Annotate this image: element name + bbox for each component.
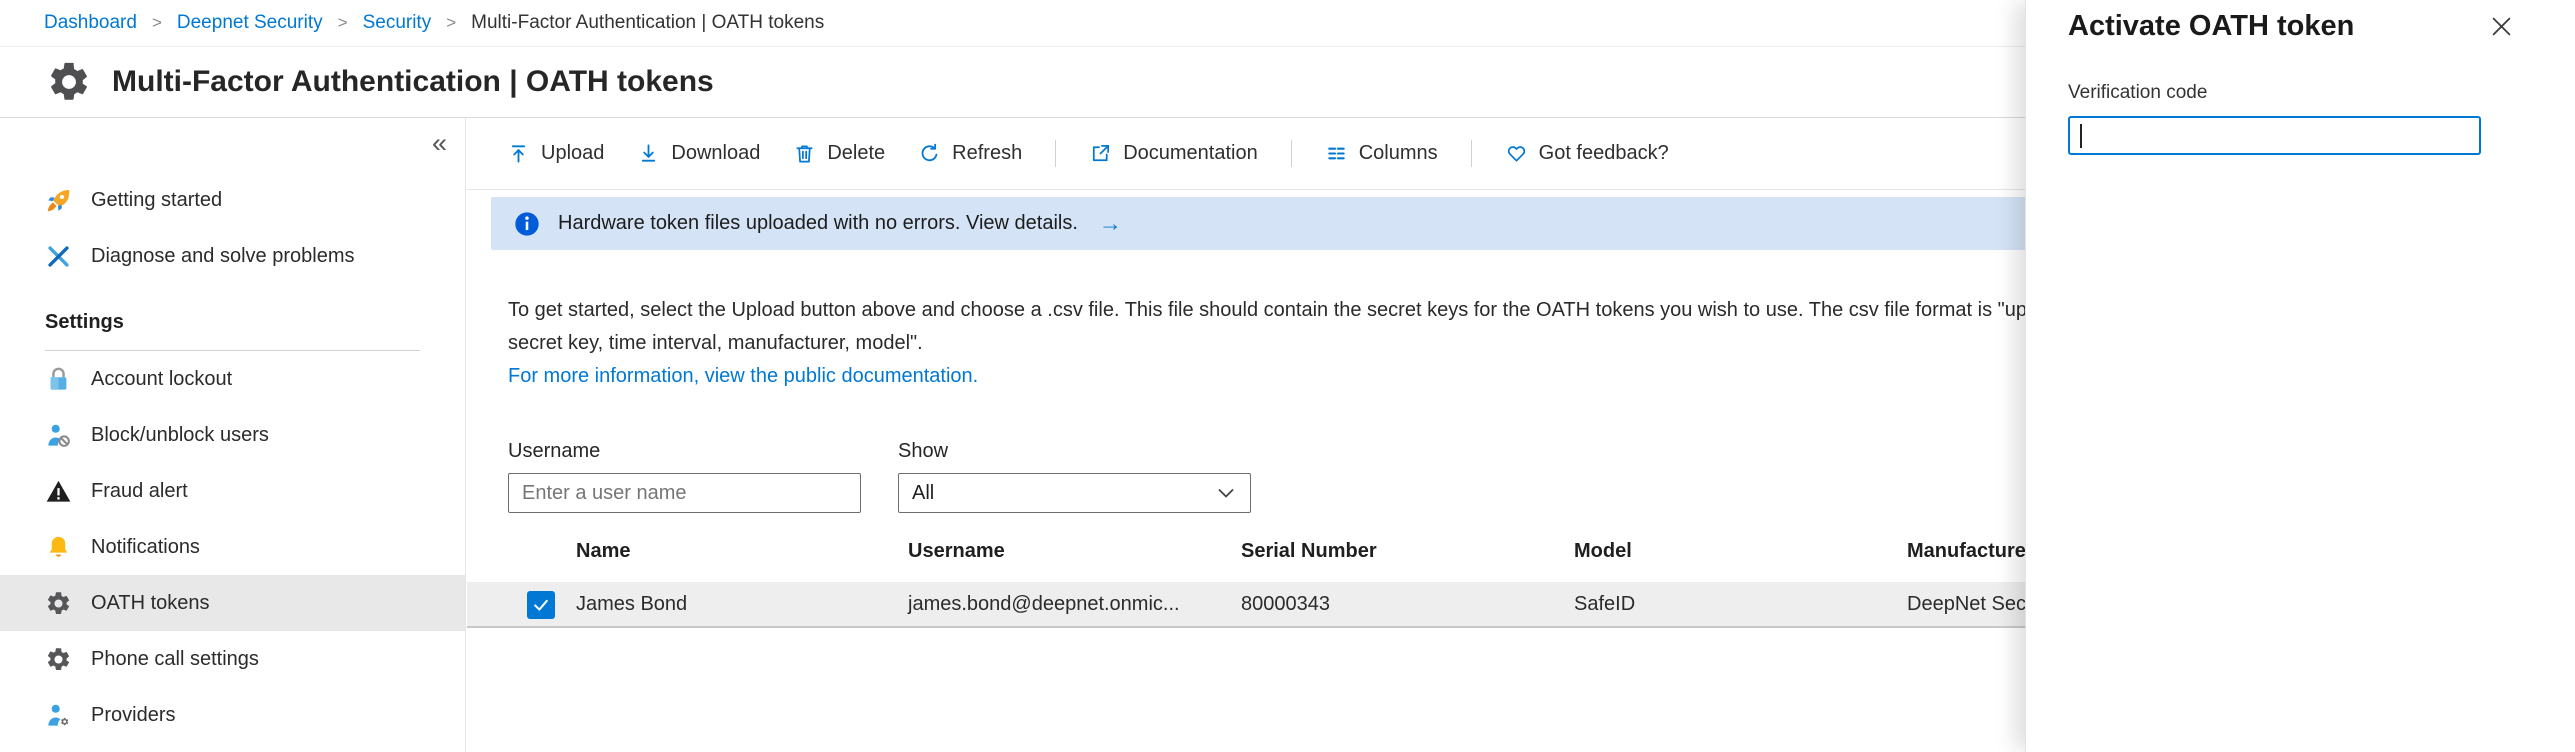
show-filter-select[interactable]: All	[898, 473, 1251, 513]
info-icon	[513, 210, 541, 238]
user-block-icon	[45, 422, 72, 449]
breadcrumb-link-deepnet-security[interactable]: Deepnet Security	[177, 12, 323, 34]
close-icon[interactable]	[2488, 13, 2515, 40]
sidebar-item-label: Block/unblock users	[91, 424, 269, 447]
refresh-button[interactable]: Refresh	[918, 142, 1022, 165]
page-title: Multi-Factor Authentication | OATH token…	[112, 65, 714, 99]
show-filter-label: Show	[898, 440, 1251, 464]
upload-icon	[507, 142, 530, 165]
sidebar-item-label: Phone call settings	[91, 648, 259, 671]
activate-oath-token-panel: Activate OATH token Verification code	[2025, 0, 2575, 752]
column-header-manufacturer[interactable]: Manufacturer	[1907, 540, 2034, 563]
text-cursor	[2080, 124, 2082, 148]
heart-icon	[1505, 142, 1528, 165]
sidebar-item-providers[interactable]: Providers	[0, 687, 465, 743]
documentation-label: Documentation	[1123, 142, 1258, 165]
download-button[interactable]: Download	[637, 142, 760, 165]
user-gear-icon	[45, 702, 72, 729]
sidebar-item-label: Account lockout	[91, 368, 232, 391]
username-filter-input[interactable]	[508, 473, 861, 513]
column-header-name[interactable]: Name	[576, 540, 630, 563]
verification-code-label: Verification code	[2068, 82, 2207, 104]
refresh-label: Refresh	[952, 142, 1022, 165]
cell-name: James Bond	[576, 593, 687, 616]
row-checkbox[interactable]	[527, 591, 555, 619]
upload-button[interactable]: Upload	[507, 142, 604, 165]
sidebar-item-account-lockout[interactable]: Account lockout	[0, 351, 465, 407]
gear-icon	[46, 59, 92, 105]
cell-serial-number: 80000343	[1241, 593, 1330, 616]
breadcrumb-link-security[interactable]: Security	[363, 12, 432, 34]
cell-model: SafeID	[1574, 593, 1635, 616]
banner-text: Hardware token files uploaded with no er…	[558, 212, 1078, 235]
column-header-serial-number[interactable]: Serial Number	[1241, 540, 1377, 563]
lock-icon	[45, 366, 72, 393]
documentation-button[interactable]: Documentation	[1089, 142, 1258, 165]
bell-icon	[45, 534, 72, 561]
sidebar-item-notifications[interactable]: Notifications	[0, 519, 465, 575]
upload-label: Upload	[541, 142, 604, 165]
toolbar-separator	[1055, 140, 1056, 167]
column-header-model[interactable]: Model	[1574, 540, 1632, 563]
toolbar-separator	[1291, 140, 1292, 167]
column-header-username[interactable]: Username	[908, 540, 1005, 563]
show-filter-value: All	[912, 482, 934, 505]
username-filter-label: Username	[508, 440, 861, 464]
download-label: Download	[671, 142, 760, 165]
columns-button[interactable]: Columns	[1325, 142, 1438, 165]
download-icon	[637, 142, 660, 165]
feedback-label: Got feedback?	[1539, 142, 1669, 165]
check-icon	[531, 595, 551, 615]
columns-label: Columns	[1359, 142, 1438, 165]
sidebar: « Getting started Diagnose and solve pro…	[0, 118, 466, 752]
warning-icon	[45, 478, 72, 505]
cell-username: james.bond@deepnet.onmic...	[908, 593, 1180, 616]
sidebar-section-settings: Settings	[45, 308, 420, 351]
delete-button[interactable]: Delete	[793, 142, 885, 165]
sidebar-item-getting-started[interactable]: Getting started	[0, 172, 465, 228]
breadcrumb-link-dashboard[interactable]: Dashboard	[44, 12, 137, 34]
chevron-down-icon	[1215, 482, 1237, 504]
gear-icon	[45, 646, 72, 673]
toolbar-separator	[1471, 140, 1472, 167]
columns-icon	[1325, 142, 1348, 165]
gear-icon	[45, 590, 72, 617]
chevron-right-icon: >	[152, 13, 162, 33]
trash-icon	[793, 142, 816, 165]
sidebar-item-label: Getting started	[91, 189, 222, 212]
chevron-right-icon: >	[338, 13, 348, 33]
arrow-right-icon[interactable]: →	[1099, 210, 1122, 237]
info-banner: Hardware token files uploaded with no er…	[491, 197, 2063, 250]
sidebar-item-oath-tokens[interactable]: OATH tokens	[0, 575, 465, 631]
sidebar-item-label: Providers	[91, 704, 175, 727]
sidebar-collapse-icon[interactable]: «	[432, 130, 447, 157]
sidebar-item-phone-call-settings[interactable]: Phone call settings	[0, 631, 465, 687]
sidebar-item-diagnose[interactable]: Diagnose and solve problems	[0, 228, 465, 284]
sidebar-item-label: Diagnose and solve problems	[91, 245, 355, 268]
sidebar-item-label: Notifications	[91, 536, 200, 559]
chevron-right-icon: >	[446, 13, 456, 33]
sidebar-item-label: Fraud alert	[91, 480, 188, 503]
rocket-icon	[45, 187, 72, 214]
tools-icon	[45, 243, 72, 270]
delete-label: Delete	[827, 142, 885, 165]
filters: Username Show All	[508, 440, 1251, 513]
sidebar-item-label: OATH tokens	[91, 592, 210, 615]
breadcrumb-current: Multi-Factor Authentication | OATH token…	[471, 12, 824, 34]
sidebar-item-block-unblock-users[interactable]: Block/unblock users	[0, 407, 465, 463]
sidebar-item-fraud-alert[interactable]: Fraud alert	[0, 463, 465, 519]
panel-title: Activate OATH token	[2068, 10, 2354, 43]
sidebar-section-label: Settings	[45, 308, 420, 336]
refresh-icon	[918, 142, 941, 165]
external-link-icon	[1089, 142, 1112, 165]
verification-code-input[interactable]	[2068, 116, 2481, 155]
feedback-button[interactable]: Got feedback?	[1505, 142, 1669, 165]
